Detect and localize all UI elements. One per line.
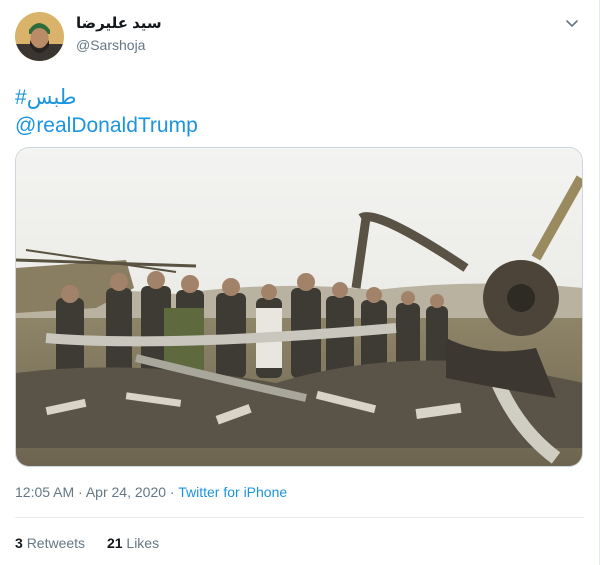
- display-name[interactable]: سید علیرضا: [76, 14, 162, 32]
- retweets-label: Retweets: [26, 535, 86, 551]
- avatar[interactable]: [15, 12, 64, 61]
- tweet-card: سید علیرضا @Sarshoja #طبس @realDonaldTru…: [0, 0, 600, 565]
- hashtag-link[interactable]: #طبس: [15, 85, 77, 111]
- tweet-photo[interactable]: [15, 147, 583, 467]
- meta-separator: ·: [78, 484, 83, 500]
- divider: [15, 517, 584, 518]
- retweets-count: 3: [15, 535, 23, 551]
- tweet-stats: 3 Retweets 21 Likes: [15, 535, 177, 551]
- user-handle[interactable]: @Sarshoja: [76, 37, 145, 53]
- chevron-down-icon[interactable]: [563, 14, 581, 32]
- tweet-time[interactable]: 12:05 AM: [15, 484, 74, 500]
- tweet-date[interactable]: Apr 24, 2020: [86, 484, 166, 500]
- meta-separator: ·: [169, 484, 175, 500]
- tweet-metadata: 12:05 AM · Apr 24, 2020 · Twitter for iP…: [15, 484, 287, 500]
- tweet-source[interactable]: Twitter for iPhone: [178, 484, 287, 500]
- mention-link[interactable]: @realDonaldTrump: [15, 113, 198, 139]
- likes-stat[interactable]: 21 Likes: [107, 535, 159, 551]
- retweets-stat[interactable]: 3 Retweets: [15, 535, 85, 551]
- likes-count: 21: [106, 535, 123, 551]
- likes-label: Likes: [126, 535, 160, 551]
